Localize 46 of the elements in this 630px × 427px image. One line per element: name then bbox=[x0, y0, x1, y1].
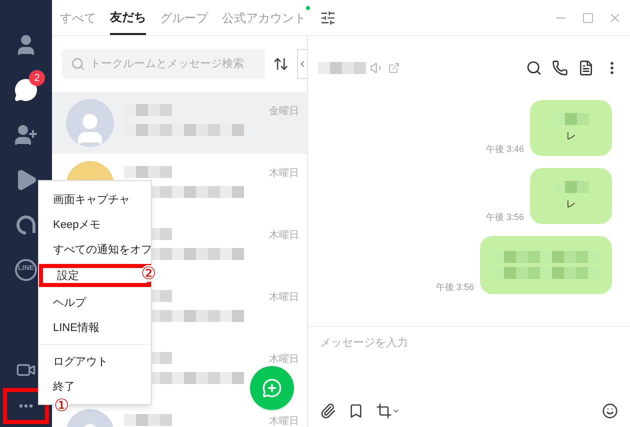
message-input[interactable]: メッセージを入力 bbox=[320, 335, 618, 352]
step-number: ② bbox=[141, 265, 156, 282]
emoji-icon[interactable] bbox=[602, 403, 618, 419]
menu-item[interactable]: ヘルプ bbox=[39, 292, 151, 315]
chat-plus-icon bbox=[262, 378, 282, 398]
tab[interactable]: 友だち bbox=[110, 0, 146, 35]
paperclip-icon[interactable] bbox=[320, 403, 336, 419]
menu-item[interactable]: LINE情報 bbox=[39, 316, 151, 340]
a-logo-icon[interactable] bbox=[14, 212, 38, 236]
tab[interactable]: グループ bbox=[160, 0, 208, 35]
message-text: レ bbox=[566, 130, 576, 144]
bookmark-icon[interactable] bbox=[348, 403, 364, 419]
unread-badge: 2 bbox=[29, 70, 45, 86]
more-icon bbox=[19, 404, 33, 408]
step-number: ① bbox=[54, 397, 69, 414]
chevron-left-icon bbox=[298, 59, 307, 69]
search-icon bbox=[71, 57, 85, 71]
menu-item[interactable]: ログアウト bbox=[39, 350, 151, 374]
pixelated-text bbox=[318, 62, 366, 74]
menu-item[interactable]: すべての通知をオフ bbox=[39, 238, 151, 262]
phone-icon[interactable] bbox=[552, 60, 568, 76]
date-text: 木曜日 bbox=[269, 228, 299, 243]
filter-icon[interactable] bbox=[320, 10, 336, 26]
tab[interactable]: すべて bbox=[60, 0, 96, 35]
search-field[interactable]: トークルームとメッセージ検索 bbox=[62, 49, 266, 79]
tab[interactable]: 公式アカウント bbox=[222, 0, 306, 35]
date-text: 木曜日 bbox=[269, 352, 299, 367]
date-text: 木曜日 bbox=[269, 414, 299, 427]
sort-icon[interactable] bbox=[273, 56, 289, 72]
message-time: 午後 3:46 bbox=[486, 142, 524, 156]
menu-item[interactable]: 終了 bbox=[39, 375, 151, 398]
message-text: レ bbox=[566, 198, 576, 212]
pixelated-text bbox=[124, 104, 172, 116]
menu-item[interactable]: 画面キャプチャ bbox=[39, 188, 151, 212]
message-time: 午後 3:56 bbox=[486, 210, 524, 224]
menu-item[interactable]: Keepメモ bbox=[39, 214, 151, 236]
pixelated-text bbox=[124, 166, 172, 178]
search-icon[interactable] bbox=[526, 60, 542, 76]
message-time: 午後 3:56 bbox=[436, 280, 474, 294]
date-text: 木曜日 bbox=[269, 290, 299, 305]
add-person-icon[interactable] bbox=[14, 122, 38, 146]
pixelated-text bbox=[124, 414, 172, 426]
date-text: 木曜日 bbox=[269, 166, 299, 181]
crop-icon[interactable] bbox=[376, 403, 400, 419]
note-icon[interactable] bbox=[578, 60, 594, 76]
date-text: 金曜日 bbox=[269, 105, 299, 119]
